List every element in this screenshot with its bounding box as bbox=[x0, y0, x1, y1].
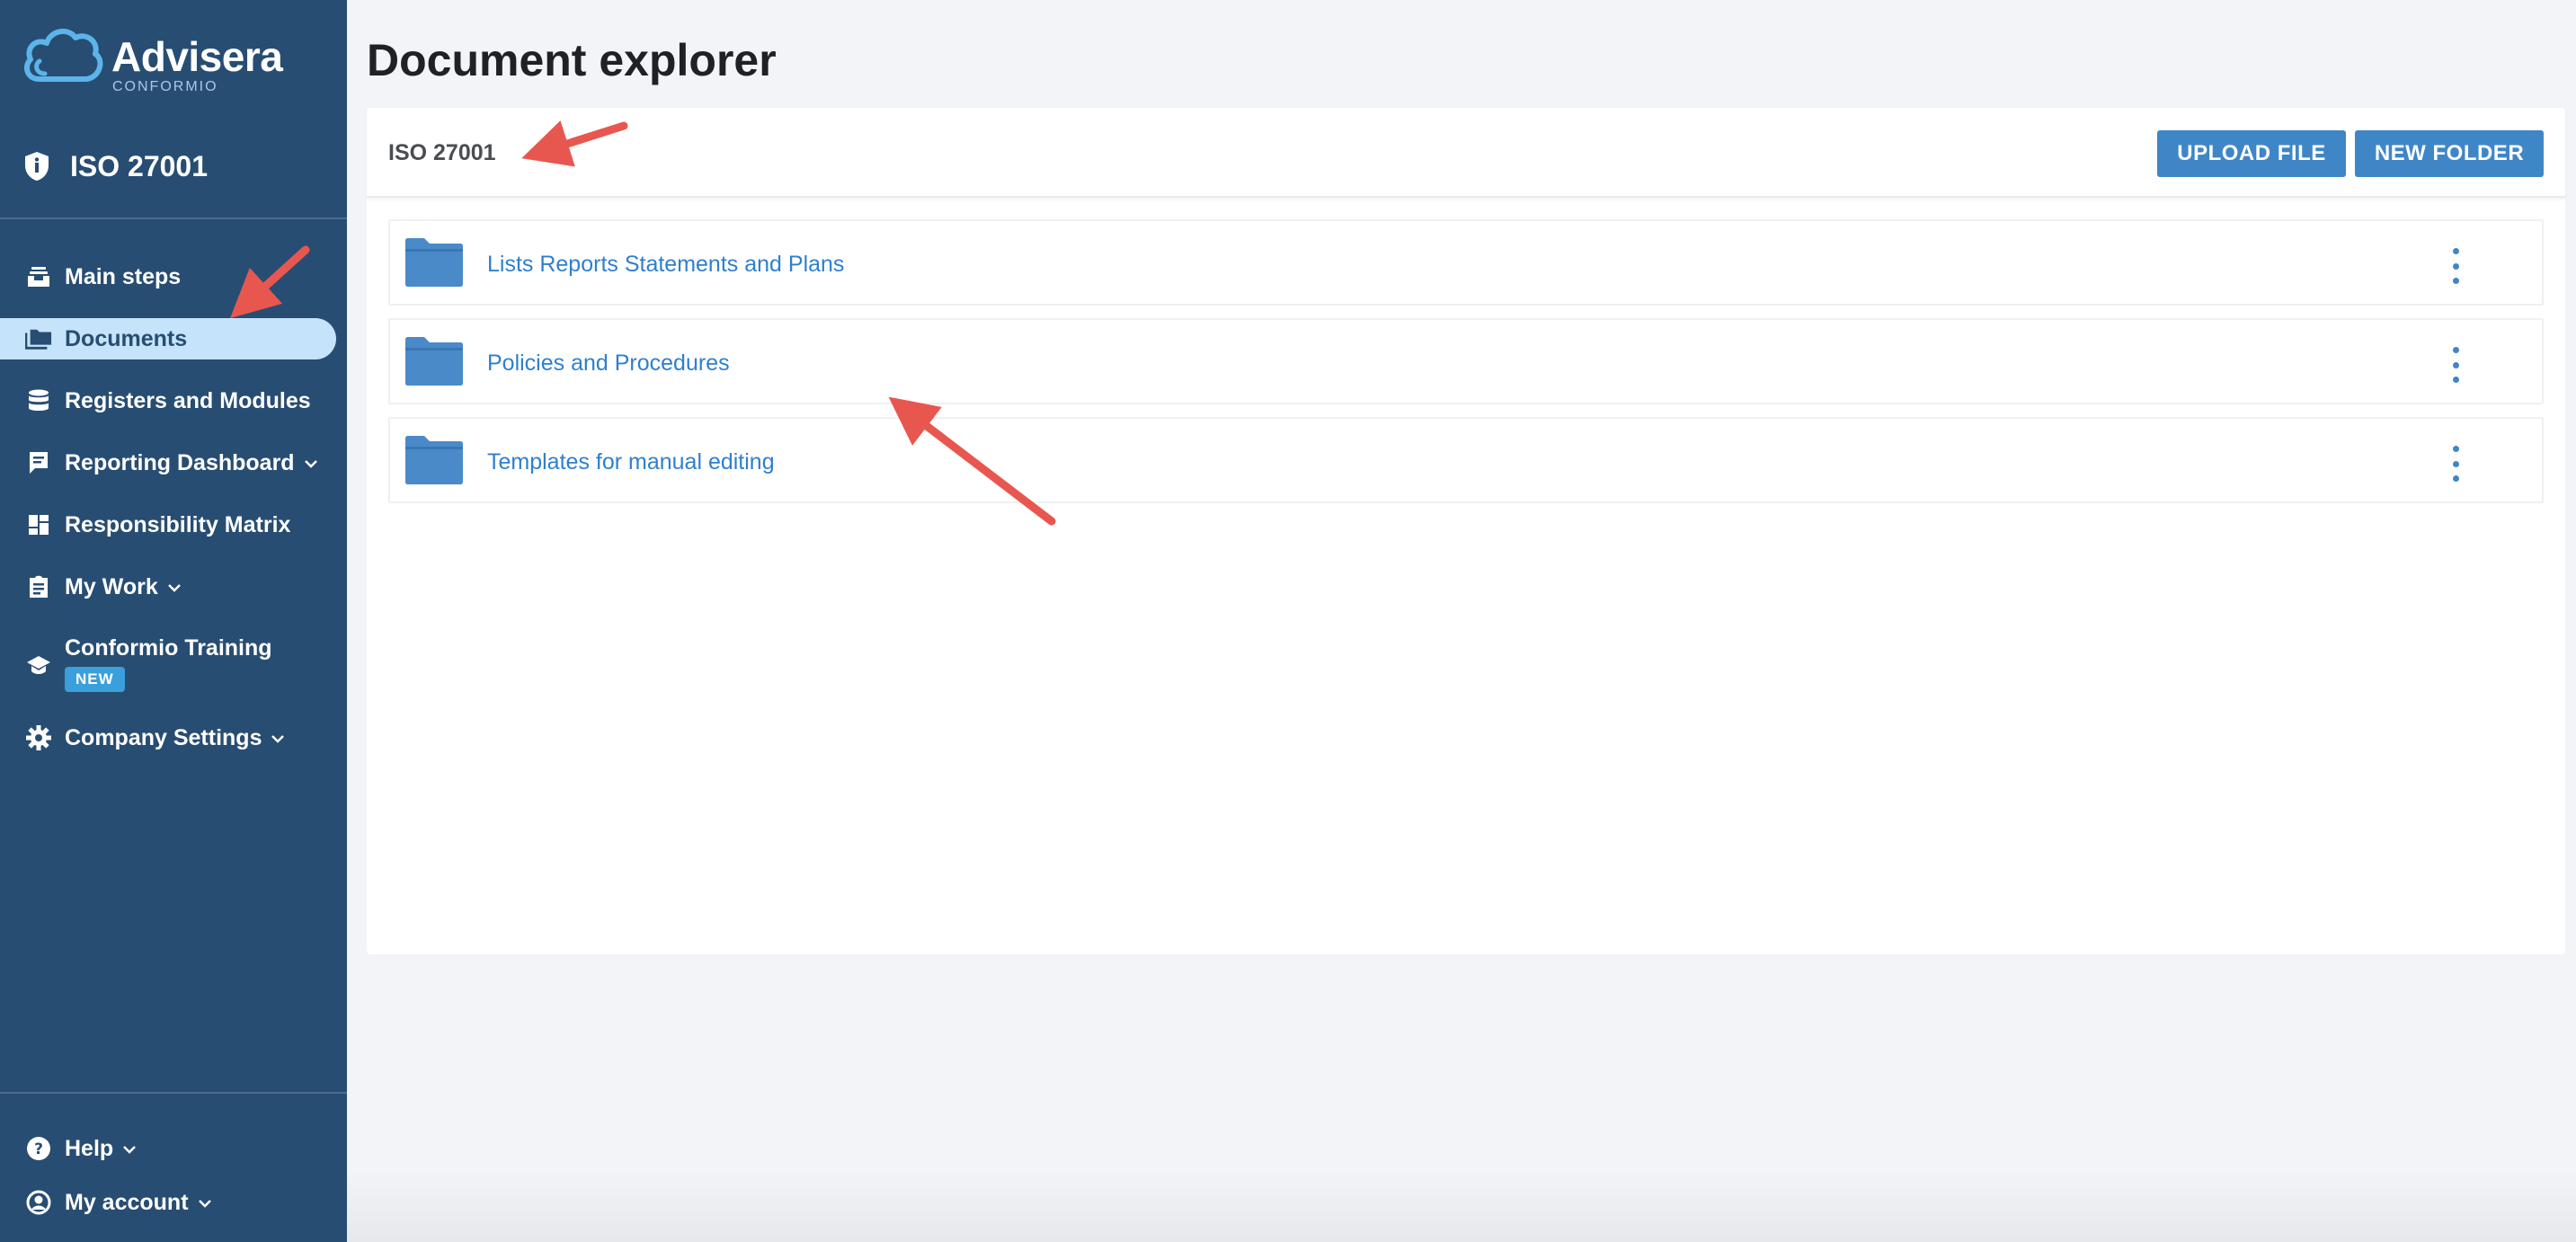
folder-icon bbox=[405, 238, 463, 287]
standard-selector[interactable]: ISO 27001 bbox=[23, 144, 208, 189]
sidebar-item-label: Main steps bbox=[65, 263, 182, 289]
sidebar-item-label: Conformio Training bbox=[65, 635, 272, 661]
brand-name: Advisera bbox=[111, 33, 283, 80]
chevron-down-icon bbox=[304, 460, 317, 468]
sidebar-item-text: My Work bbox=[65, 573, 158, 599]
brand-subtitle: CONFORMIO bbox=[112, 79, 218, 94]
folder-name[interactable]: Templates for manual editing bbox=[487, 449, 775, 475]
sidebar-item-label: Reporting Dashboard bbox=[65, 450, 318, 476]
sidebar-divider-top bbox=[0, 217, 347, 219]
inbox-stack-icon bbox=[25, 263, 52, 290]
more-options-icon[interactable] bbox=[2445, 347, 2466, 383]
database-icon bbox=[25, 387, 52, 414]
explorer-toolbar: ISO 27001 UPLOAD FILE NEW FOLDER bbox=[367, 108, 2565, 198]
sidebar-item-label: Help bbox=[65, 1136, 137, 1162]
chevron-down-icon bbox=[198, 1200, 211, 1208]
standard-name: ISO 27001 bbox=[70, 149, 208, 182]
sidebar-divider-bottom bbox=[0, 1092, 347, 1094]
sidebar-item-label: My account bbox=[65, 1190, 212, 1216]
sidebar-item-label: Responsibility Matrix bbox=[65, 511, 291, 537]
more-options-icon[interactable] bbox=[2445, 446, 2466, 482]
shield-icon bbox=[25, 152, 49, 181]
sidebar-item-label: My Work bbox=[65, 574, 182, 600]
sidebar-item-responsibility-matrix[interactable]: Responsibility Matrix bbox=[0, 504, 347, 546]
chevron-down-icon bbox=[167, 584, 181, 592]
sidebar-item-main-steps[interactable]: Main steps bbox=[0, 256, 347, 297]
more-options-icon[interactable] bbox=[2445, 248, 2466, 284]
document-explorer-panel: ISO 27001 UPLOAD FILE NEW FOLDER Lists R… bbox=[367, 108, 2565, 954]
gear-icon bbox=[25, 724, 52, 751]
bottom-shadow bbox=[347, 1168, 2576, 1242]
account-circle-icon bbox=[25, 1189, 52, 1216]
sidebar-item-text: Company Settings bbox=[65, 724, 262, 750]
folder-icon bbox=[405, 436, 463, 484]
new-folder-button[interactable]: NEW FOLDER bbox=[2355, 130, 2544, 177]
breadcrumb[interactable]: ISO 27001 bbox=[388, 140, 496, 166]
graduation-cap-icon bbox=[25, 652, 52, 679]
sidebar-item-my-account[interactable]: My account bbox=[0, 1182, 347, 1223]
sidebar-item-label: Documents bbox=[65, 325, 188, 351]
chevron-down-icon bbox=[123, 1146, 137, 1154]
sidebar-item-help[interactable]: ? Help bbox=[0, 1128, 347, 1169]
report-icon bbox=[25, 449, 52, 476]
folder-row[interactable]: Policies and Procedures bbox=[388, 318, 2544, 404]
sidebar-item-text: Reporting Dashboard bbox=[65, 449, 295, 475]
sidebar-item-registers[interactable]: Registers and Modules bbox=[0, 380, 347, 421]
folders-icon bbox=[25, 325, 52, 352]
help-circle-icon: ? bbox=[25, 1135, 52, 1162]
cloud-logo-icon bbox=[23, 28, 103, 82]
folder-row[interactable]: Lists Reports Statements and Plans bbox=[388, 219, 2544, 306]
folder-name[interactable]: Policies and Procedures bbox=[487, 350, 730, 377]
folder-row[interactable]: Templates for manual editing bbox=[388, 417, 2544, 503]
sidebar-item-label: Registers and Modules bbox=[65, 387, 311, 413]
folder-name[interactable]: Lists Reports Statements and Plans bbox=[487, 252, 844, 278]
sidebar-item-label: Company Settings bbox=[65, 725, 285, 751]
clipboard-icon bbox=[25, 573, 52, 600]
sidebar: Advisera CONFORMIO ISO 27001 Main steps … bbox=[0, 0, 347, 1242]
dashboard-grid-icon bbox=[25, 511, 52, 538]
new-badge: NEW bbox=[65, 667, 125, 692]
chevron-down-icon bbox=[271, 735, 285, 743]
page-title: Document explorer bbox=[367, 35, 777, 85]
svg-text:?: ? bbox=[34, 1140, 43, 1158]
sidebar-item-company-settings[interactable]: Company Settings bbox=[0, 717, 347, 759]
advisera-logo[interactable]: Advisera CONFORMIO bbox=[22, 23, 309, 99]
sidebar-item-conformio-training[interactable]: Conformio Training bbox=[0, 628, 347, 700]
sidebar-item-text: Help bbox=[65, 1135, 114, 1161]
folder-icon bbox=[405, 337, 463, 386]
sidebar-item-my-work[interactable]: My Work bbox=[0, 566, 347, 608]
sidebar-item-text: My account bbox=[65, 1189, 189, 1215]
upload-file-button[interactable]: UPLOAD FILE bbox=[2157, 130, 2346, 177]
sidebar-item-reporting-dashboard[interactable]: Reporting Dashboard bbox=[0, 442, 347, 483]
sidebar-item-documents[interactable]: Documents bbox=[0, 318, 336, 359]
